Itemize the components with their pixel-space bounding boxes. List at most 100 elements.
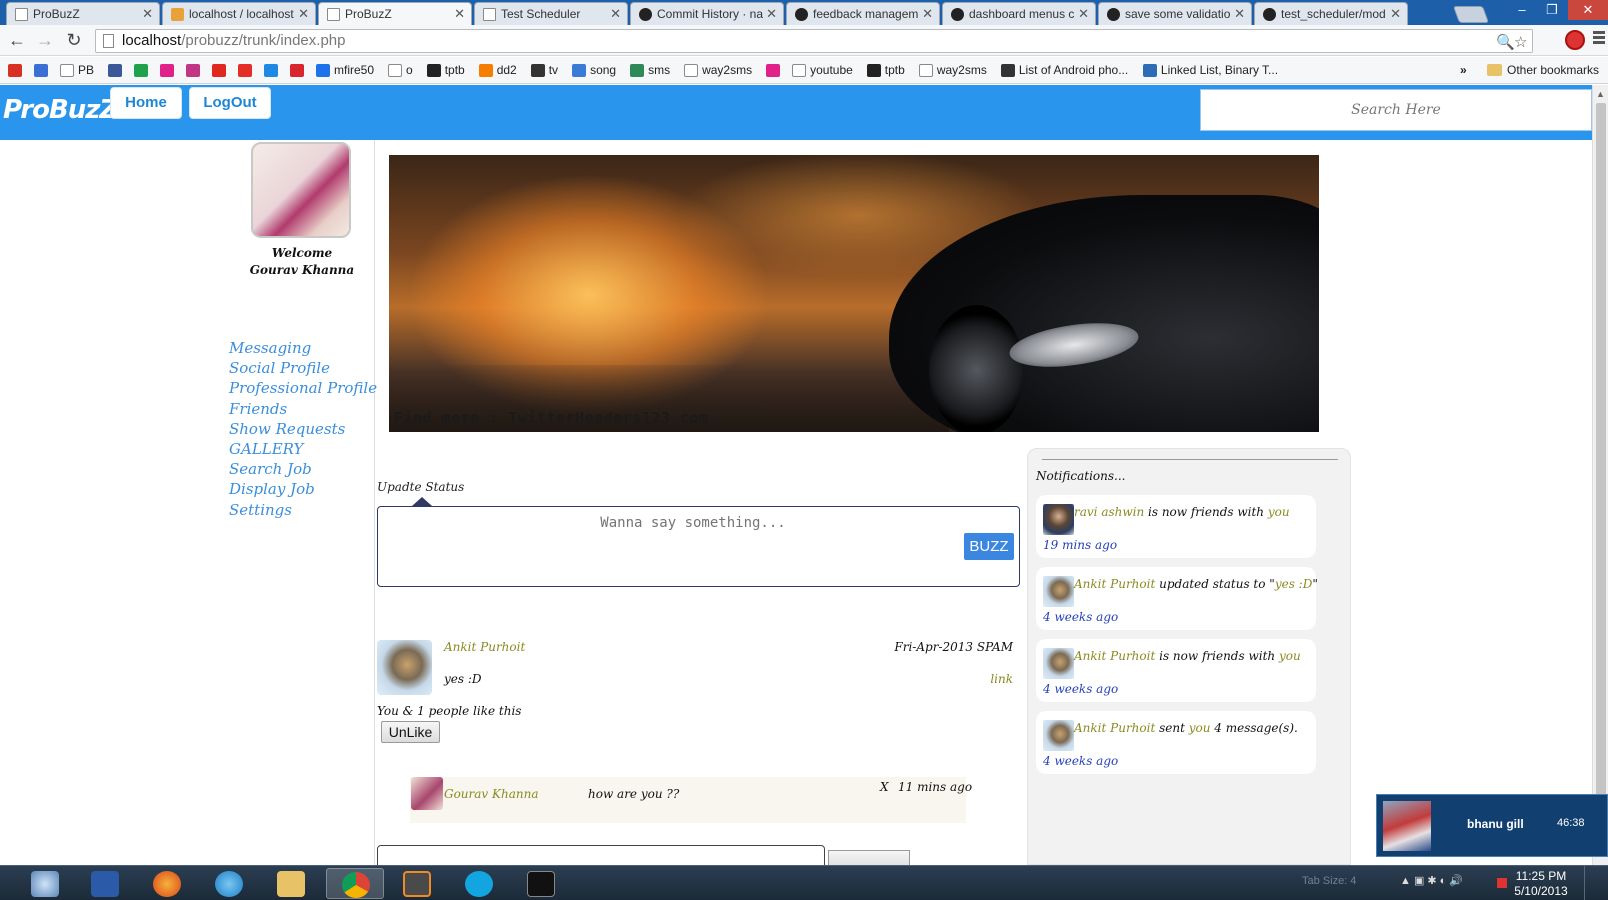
notification-item[interactable]: Ankit Purhoit is now friends with you 4 …	[1036, 639, 1316, 702]
system-tray[interactable]: ▲ ▣ ✱ ◐ 🔊	[1400, 874, 1463, 887]
show-desktop-button[interactable]	[1584, 866, 1608, 900]
notification-item[interactable]: ravi ashwin is now friends with you 19 m…	[1036, 495, 1316, 558]
more-bookmarks-icon[interactable]: »	[1460, 62, 1467, 79]
sidebar-item-gallery[interactable]: GALLERY	[229, 439, 377, 459]
delete-comment-button[interactable]: X	[880, 780, 889, 794]
bookmark-item[interactable]: song	[572, 62, 616, 79]
bookmark-item[interactable]: tptb	[426, 62, 465, 79]
back-icon[interactable]: ←	[6, 30, 28, 52]
close-icon[interactable]: ✕	[610, 3, 621, 25]
taskbar-skype[interactable]	[450, 868, 508, 899]
browser-tab[interactable]: save some validatio ✕	[1098, 2, 1252, 25]
taskbar-cmd[interactable]	[512, 868, 570, 899]
sidebar-item-show-requests[interactable]: Show Requests	[229, 419, 377, 439]
other-bookmarks[interactable]: Other bookmarks	[1487, 62, 1599, 79]
browser-tab[interactable]: Commit History · na ✕	[630, 2, 784, 25]
browser-tab[interactable]: feedback managem ✕	[786, 2, 940, 25]
close-icon[interactable]: ✕	[142, 3, 153, 25]
sidebar-item-display-job[interactable]: Display Job	[229, 479, 377, 499]
close-icon[interactable]: ✕	[766, 3, 777, 25]
bookmark-item[interactable]: youtube	[792, 62, 853, 79]
star-icon[interactable]: ☆	[1514, 32, 1527, 54]
close-icon[interactable]: ✕	[1234, 3, 1245, 25]
bookmark-item[interactable]	[134, 62, 152, 79]
browser-tab[interactable]: Test Scheduler ✕	[474, 2, 628, 25]
scroll-up-icon[interactable]: ▲	[1596, 89, 1605, 99]
bookmark-item[interactable]	[186, 62, 204, 79]
zoom-icon[interactable]: 🔍	[1496, 32, 1515, 54]
bookmark-item[interactable]	[290, 62, 308, 79]
bookmark-item[interactable]: way2sms	[918, 62, 987, 79]
chat-popup[interactable]: bhanu gill 46:38	[1376, 794, 1608, 857]
bookmark-item[interactable]	[238, 62, 256, 79]
taskbar-sublime[interactable]	[388, 868, 446, 899]
notification-item[interactable]: Ankit Purhoit sent you 4 message(s). 4 w…	[1036, 711, 1316, 774]
extension-icon[interactable]	[1565, 30, 1585, 50]
bookmark-item[interactable]	[160, 62, 178, 79]
avatar[interactable]	[251, 142, 351, 238]
taskbar-firefox[interactable]	[138, 868, 196, 899]
taskbar-chrome[interactable]	[326, 868, 384, 899]
close-window-icon[interactable]: ✕	[1568, 0, 1608, 20]
close-icon[interactable]: ✕	[1390, 3, 1401, 25]
page-scrollbar[interactable]: ▲	[1592, 85, 1608, 865]
browser-tab[interactable]: localhost / localhost ✕	[162, 2, 316, 25]
menu-icon[interactable]	[1593, 31, 1605, 46]
comment-avatar[interactable]	[411, 777, 443, 810]
bookmark-item[interactable]: List of Android pho...	[1000, 62, 1128, 79]
close-icon[interactable]: ✕	[298, 3, 309, 25]
close-icon[interactable]: ✕	[454, 3, 465, 25]
sidebar-item-settings[interactable]: Settings	[229, 500, 377, 520]
sidebar-item-friends[interactable]: Friends	[229, 399, 377, 419]
flag-icon[interactable]	[1497, 878, 1507, 888]
browser-tab-active[interactable]: ProBuzZ ✕	[318, 2, 472, 26]
notification-item[interactable]: Ankit Purhoit updated status to "yes :D"…	[1036, 567, 1318, 630]
post-avatar[interactable]	[377, 640, 432, 695]
bookmark-item[interactable]	[212, 62, 230, 79]
comment-author[interactable]: Gourav Khanna	[444, 787, 538, 801]
minimize-icon[interactable]: –	[1508, 0, 1536, 20]
browser-tab[interactable]: ProBuzZ ✕	[6, 2, 160, 25]
browser-tab[interactable]: dashboard menus c ✕	[942, 2, 1096, 25]
taskbar-word[interactable]	[76, 868, 134, 899]
sidebar-item-social-profile[interactable]: Social Profile	[229, 358, 377, 378]
post-author[interactable]: Ankit Purhoit	[444, 640, 525, 654]
address-bar[interactable]: localhost/probuzz/trunk/index.php 🔍 ☆	[95, 29, 1533, 53]
bookmark-item[interactable]: PB	[60, 62, 94, 79]
forward-icon[interactable]: →	[34, 30, 56, 52]
clock[interactable]: 11:25 PM 5/10/2013	[1510, 869, 1572, 899]
taskbar-search[interactable]	[16, 868, 74, 899]
reload-icon[interactable]: ↻	[63, 30, 85, 52]
bookmark-item[interactable]: dd2	[478, 62, 517, 79]
comment-input[interactable]	[377, 845, 825, 865]
search-input[interactable]: Search Here	[1200, 89, 1592, 131]
bookmark-item[interactable]: mfire50	[316, 62, 374, 79]
site-logo[interactable]: ProBuzZ	[3, 95, 118, 125]
new-tab-button[interactable]	[1452, 6, 1490, 23]
buzz-button[interactable]: BUZZ	[964, 533, 1014, 560]
taskbar-explorer[interactable]	[262, 868, 320, 899]
bookmark-item[interactable]	[34, 62, 52, 79]
restore-icon[interactable]: ❐	[1538, 0, 1566, 20]
post-link[interactable]: link	[980, 672, 1013, 686]
close-icon[interactable]: ✕	[922, 3, 933, 25]
bookmark-item[interactable]: o	[388, 62, 413, 79]
sidebar-item-messaging[interactable]: Messaging	[229, 338, 377, 358]
comment-button[interactable]	[828, 850, 910, 865]
bookmark-item[interactable]	[8, 62, 26, 79]
home-button[interactable]: Home	[110, 87, 182, 119]
status-input[interactable]	[498, 515, 888, 531]
close-icon[interactable]: ✕	[1078, 3, 1089, 25]
unlike-button[interactable]: UnLike	[381, 721, 440, 743]
logout-button[interactable]: LogOut	[189, 87, 271, 119]
bookmark-item[interactable]: way2sms	[684, 62, 752, 79]
bookmark-item[interactable]: tptb	[866, 62, 905, 79]
browser-tab[interactable]: test_scheduler/mod ✕	[1254, 2, 1408, 25]
sidebar-item-search-job[interactable]: Search Job	[229, 459, 377, 479]
sidebar-item-professional-profile[interactable]: Professional Profile	[229, 378, 377, 398]
bookmark-item[interactable]: Linked List, Binary T...	[1142, 62, 1278, 79]
scroll-thumb[interactable]	[1596, 103, 1606, 848]
bookmark-item[interactable]: tv	[530, 62, 558, 79]
taskbar-ie[interactable]	[200, 868, 258, 899]
bookmark-item[interactable]	[108, 62, 126, 79]
